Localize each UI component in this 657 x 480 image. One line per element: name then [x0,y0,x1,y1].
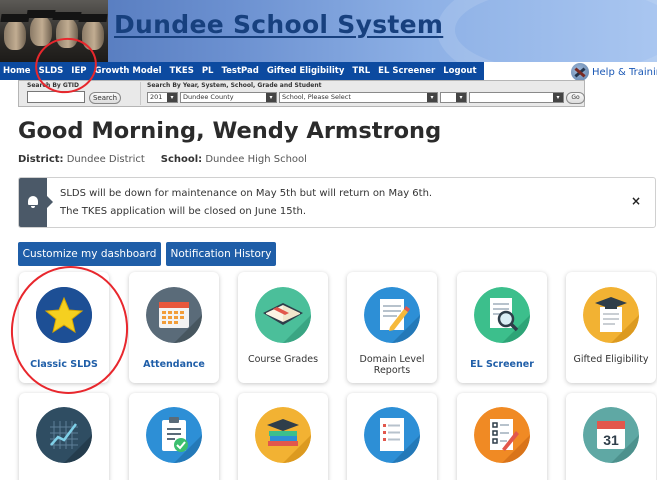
notification-alert: SLDS will be down for maintenance on May… [18,177,656,228]
tile-label: Domain Level Reports [359,354,425,376]
book-icon [255,287,311,343]
tile-checklist[interactable] [457,393,547,480]
nav-home[interactable]: Home [0,62,35,80]
document-magnifier-icon [474,287,530,343]
county-select[interactable]: Dundee County ▾ [180,92,277,103]
tile-classic-slds[interactable]: Classic SLDS [19,272,109,383]
tile-books[interactable] [238,393,328,480]
close-icon[interactable]: × [631,194,641,208]
site-title: Dundee School System [114,10,444,39]
gtid-search: Search By GTID Search [23,82,141,105]
tools-icon [571,63,589,81]
tile-gifted-eligibility[interactable]: Gifted Eligibility [566,272,656,383]
graduates-photo [0,0,108,62]
gtid-search-button[interactable]: Search [89,92,121,104]
tile-course-grades[interactable]: Course Grades [238,272,328,383]
tile-label: Classic SLDS [30,359,98,370]
alert-line-2: The TKES application will be closed on J… [60,206,307,217]
alert-sidebar [19,178,53,227]
tile-document-list[interactable] [347,393,437,480]
chevron-down-icon: ▾ [553,93,563,102]
school-label: School: [160,154,203,165]
star-icon [36,287,92,343]
help-training-label: Help & Training [592,66,657,78]
district-label: District: [18,154,64,165]
calendar-date: 31 [603,432,619,448]
main-nav: Home SLDS IEP Growth Model TKES PL TestP… [0,62,657,81]
grade-select[interactable]: ▾ [440,92,467,103]
nav-logout[interactable]: Logout [439,62,480,80]
nav-growth-model[interactable]: Growth Model [91,62,166,80]
nav-slds[interactable]: SLDS [35,62,68,80]
books-cap-icon [255,407,311,463]
document-pencil-icon [364,287,420,343]
go-button[interactable]: Go [566,92,585,104]
search-strip: Search By GTID Search Search By Year, Sy… [18,80,585,107]
nav-trl[interactable]: TRL [348,62,374,80]
district-school-line: District: Dundee District School: Dundee… [18,154,307,165]
graduation-cap-paper-icon [583,287,639,343]
tile-el-screener[interactable]: EL Screener [457,272,547,383]
year-select[interactable]: 201 ▾ [147,92,178,103]
chevron-down-icon: ▾ [266,93,276,102]
calendar-grid-icon [146,287,202,343]
nav-tkes[interactable]: TKES [166,62,198,80]
customize-dashboard-button[interactable]: Customize my dashboard [18,242,161,266]
tile-label: Gifted Eligibility [573,354,649,365]
chevron-down-icon: ▾ [456,93,466,102]
chevron-down-icon: ▾ [427,93,437,102]
list-document-icon [364,407,420,463]
graph-chart-icon [36,407,92,463]
nav-bar: Home SLDS IEP Growth Model TKES PL TestP… [0,62,484,80]
tile-label: EL Screener [470,359,534,370]
chevron-down-icon: ▾ [167,93,177,102]
tile-label: Attendance [143,359,205,370]
gtid-label: Search By GTID [27,82,80,89]
filters-label: Search By Year, System, School, Grade an… [147,82,322,89]
calendar-date-icon: 31 [583,407,639,463]
nav-testpad[interactable]: TestPad [217,62,262,80]
gtid-input[interactable] [27,91,85,103]
tile-growth-chart[interactable] [19,393,109,480]
bell-icon [28,196,38,208]
header-banner: Dundee School System [0,0,657,62]
nav-gifted-eligibility[interactable]: Gifted Eligibility [263,62,349,80]
tile-clipboard[interactable] [129,393,219,480]
nav-el-screener[interactable]: EL Screener [374,62,439,80]
tile-label: Course Grades [247,354,319,365]
nav-pl[interactable]: PL [198,62,218,80]
greeting-title: Good Morning, Wendy Armstrong [18,118,442,144]
help-training-link[interactable]: Help & Training [571,63,657,81]
tile-calendar[interactable]: 31 [566,393,656,480]
tile-domain-level-reports[interactable]: Domain Level Reports [347,272,437,383]
alert-line-1: SLDS will be down for maintenance on May… [60,188,433,199]
school-value: Dundee High School [205,154,307,165]
tile-attendance[interactable]: Attendance [129,272,219,383]
checklist-pencil-icon [474,407,530,463]
student-select[interactable]: ▾ [469,92,564,103]
notification-history-button[interactable]: Notification History [166,242,276,266]
district-value: Dundee District [66,154,145,165]
nav-iep[interactable]: IEP [67,62,90,80]
clipboard-check-icon [146,407,202,463]
school-select[interactable]: School, Please Select ▾ [279,92,438,103]
